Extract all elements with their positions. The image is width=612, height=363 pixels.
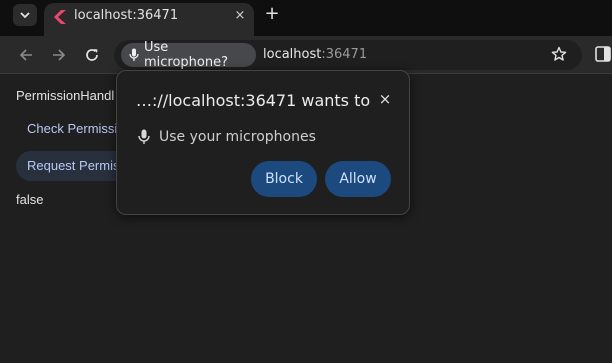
allow-button[interactable]: Allow: [325, 161, 391, 197]
permission-result-text: false: [16, 192, 44, 207]
back-button[interactable]: [15, 44, 37, 66]
tab-active[interactable]: localhost:36471 ×: [44, 3, 254, 36]
arrow-left-icon: [19, 49, 32, 61]
permission-row: Use your microphones: [138, 127, 316, 147]
url-port: :36471: [321, 47, 368, 62]
permission-label: Use your microphones: [159, 129, 316, 145]
url-text[interactable]: localhost:36471: [263, 47, 367, 62]
microphone-icon: [129, 48, 139, 61]
side-panel-icon: [595, 46, 611, 62]
star-icon: [551, 46, 567, 61]
tab-close-icon[interactable]: ×: [232, 7, 248, 25]
flutter-favicon-icon: [54, 10, 66, 24]
arrow-right-icon: [53, 49, 66, 61]
block-button[interactable]: Block: [251, 161, 317, 197]
reload-button[interactable]: [81, 44, 103, 66]
reload-icon: [86, 49, 98, 61]
page-title: PermissionHandl: [16, 88, 115, 103]
microphone-icon: [138, 129, 150, 144]
browser-toolbar: Use microphone? localhost:36471: [0, 36, 612, 74]
permission-prompt-dialog: …://localhost:36471 wants to × Use your …: [116, 70, 410, 215]
permission-chip[interactable]: Use microphone?: [121, 40, 256, 70]
url-host: localhost: [263, 47, 322, 62]
window-edge: [0, 8, 4, 22]
permission-chip-label: Use microphone?: [143, 40, 228, 70]
chevron-down-icon: [20, 12, 30, 19]
tab-strip: localhost:36471 × +: [0, 0, 612, 36]
dialog-title: …://localhost:36471 wants to: [136, 91, 371, 110]
tab-search-button[interactable]: [13, 4, 37, 26]
new-tab-button[interactable]: +: [262, 5, 282, 25]
side-panel-button[interactable]: [595, 45, 611, 63]
tab-title: localhost:36471: [74, 8, 179, 23]
bookmark-button[interactable]: [549, 44, 569, 64]
close-icon[interactable]: ×: [377, 90, 393, 108]
forward-button[interactable]: [48, 44, 70, 66]
